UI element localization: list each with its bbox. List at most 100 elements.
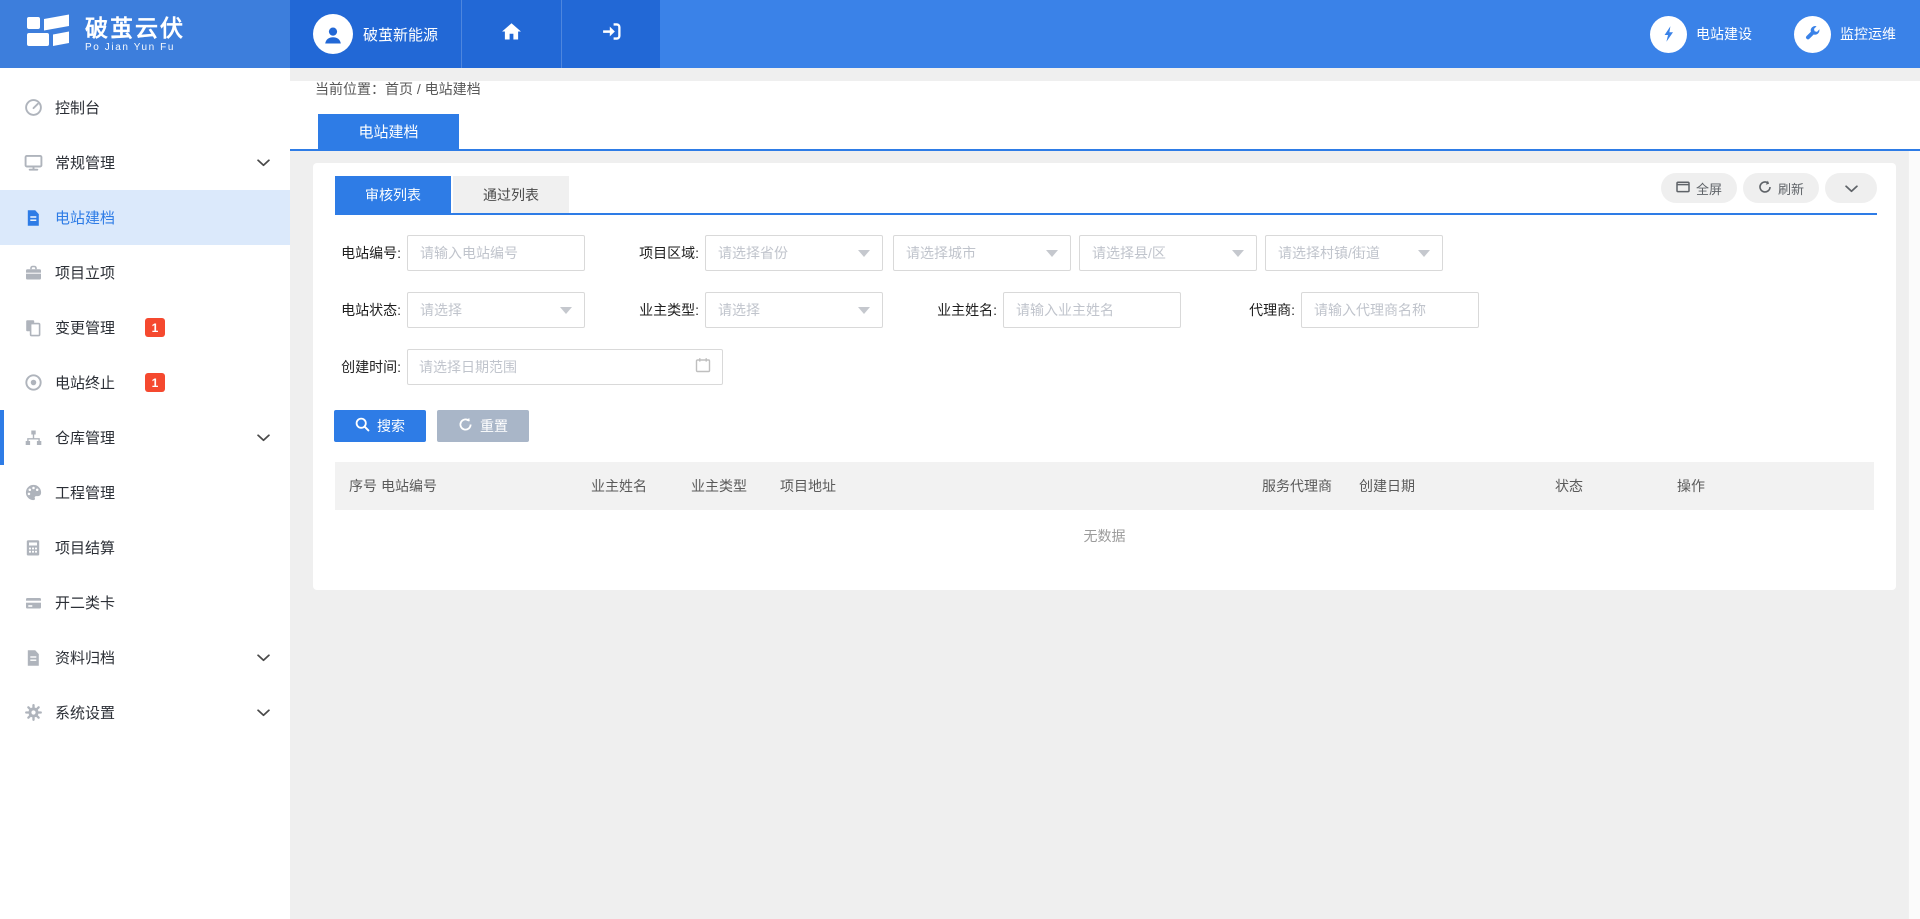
owner-type-select[interactable]: 请选择 [705,292,883,328]
region-label: 项目区域: [585,243,705,263]
col-station-no: 电站编号 [381,476,591,496]
sidebar-item-station-filing[interactable]: 电站建档 [0,190,290,245]
nav-station-build-label: 电站建设 [1696,24,1752,44]
sidebar-item-warehouse-mgmt[interactable]: 仓库管理 [0,410,290,465]
sidebar-item-console[interactable]: 控制台 [0,80,290,135]
page-tab-station-filing[interactable]: 电站建档 [318,114,459,149]
breadcrumb-prefix: 当前位置： [315,81,385,97]
station-no-input[interactable] [407,235,585,271]
tab-review-list[interactable]: 审核列表 [335,176,451,213]
fullscreen-button[interactable]: 全屏 [1661,173,1737,203]
col-status: 状态 [1555,476,1677,496]
wrench-icon [1794,16,1831,53]
refresh-button[interactable]: 刷新 [1743,173,1819,203]
brand-logo: 破茧云伏 Po Jian Yun Fu [0,0,290,68]
topbar: 破茧云伏 Po Jian Yun Fu 破茧新能源 [0,0,1920,68]
monitor-icon [21,153,45,172]
logout-button[interactable] [562,0,660,68]
caret-down-icon [560,307,572,314]
col-owner-name: 业主姓名 [591,476,691,496]
list-tabs: 审核列表 通过列表 [335,176,569,213]
town-select[interactable]: 请选择村镇/街道 [1265,235,1443,271]
date-range-picker[interactable] [407,349,723,385]
fullscreen-icon [1676,180,1690,197]
province-select[interactable]: 请选择省份 [705,235,883,271]
document-icon [21,209,45,227]
sidebar: 控制台 常规管理 电站建档 [0,68,290,919]
create-time-label: 创建时间: [335,357,407,377]
sidebar-item-system-settings[interactable]: 系统设置 [0,685,290,740]
lightning-icon [1650,16,1687,53]
nav-monitor-ops[interactable]: 监控运维 [1794,16,1896,53]
sidebar-item-change-mgmt[interactable]: 变更管理 1 [0,300,290,355]
refresh-icon [1758,180,1772,197]
home-button[interactable] [461,0,562,68]
sidebar-accent-bar [0,410,4,465]
table-header-row: 序号 电站编号 业主姓名 业主类型 项目地址 服务代理商 创建日期 状态 操作 [335,462,1874,510]
search-button[interactable]: 搜索 [334,410,426,442]
record-icon [21,373,45,392]
card-icon [21,594,45,612]
caret-down-icon [858,307,870,314]
station-termination-badge: 1 [145,373,165,392]
change-mgmt-badge: 1 [145,318,165,337]
nav-station-build[interactable]: 电站建设 [1650,16,1752,53]
sidebar-item-data-archive[interactable]: 资料归档 [0,630,290,685]
caret-down-icon [1232,250,1244,257]
sidebar-item-open-type2-card[interactable]: 开二类卡 [0,575,290,630]
brand-logo-icon [24,14,72,55]
sidebar-item-engineering-mgmt[interactable]: 工程管理 [0,465,290,520]
palette-icon [21,483,45,502]
col-owner-type: 业主类型 [691,476,780,496]
main-area: 当前位置：首页 / 电站建档 电站建档 审核列表 通过列表 [290,68,1920,919]
col-service-agent: 服务代理商 [1262,476,1359,496]
caret-down-icon [1418,250,1430,257]
chevron-down-icon [257,654,270,662]
filter-form: 电站编号: 项目区域: 请选择省份 请选择城市 请选择县/区 请选择村镇/街道 [313,215,1896,385]
station-status-label: 电站状态: [335,300,407,320]
owner-name-input[interactable] [1003,292,1181,328]
avatar [313,14,353,54]
empty-state: 无数据 [313,510,1896,590]
home-icon [501,22,522,46]
collapse-button[interactable] [1825,173,1877,203]
reset-icon [458,417,473,435]
sidebar-item-project-settlement[interactable]: 项目结算 [0,520,290,575]
user-name: 破茧新能源 [363,24,438,45]
page-header: 当前位置：首页 / 电站建档 电站建档 [290,81,1920,151]
vertical-scrollbar[interactable] [1908,151,1920,919]
col-seq: 序号 [335,476,381,496]
county-select[interactable]: 请选择县/区 [1079,235,1257,271]
agent-input[interactable] [1301,292,1479,328]
owner-name-label: 业主姓名: [883,300,1003,320]
chevron-down-icon [257,434,270,442]
chevron-down-icon [1845,181,1858,196]
breadcrumb: 当前位置：首页 / 电站建档 [315,81,1920,98]
breadcrumb-path[interactable]: 首页 / 电站建档 [385,81,481,97]
copy-icon [21,319,45,337]
nav-monitor-ops-label: 监控运维 [1840,24,1896,44]
calendar-icon [695,357,711,378]
agent-label: 代理商: [1181,300,1301,320]
sidebar-item-general-mgmt[interactable]: 常规管理 [0,135,290,190]
brand-title: 破茧云伏 [85,16,185,41]
caret-down-icon [1046,250,1058,257]
station-status-select[interactable]: 请选择 [407,292,585,328]
logout-icon [601,22,622,46]
date-range-input[interactable] [419,359,695,375]
tab-passed-list[interactable]: 通过列表 [453,176,569,213]
city-select[interactable]: 请选择城市 [893,235,1071,271]
brand-subtitle: Po Jian Yun Fu [85,42,185,53]
user-menu[interactable]: 破茧新能源 [290,0,461,68]
sidebar-item-station-termination[interactable]: 电站终止 1 [0,355,290,410]
col-project-address: 项目地址 [780,476,1262,496]
col-actions: 操作 [1677,476,1874,496]
chevron-down-icon [257,159,270,167]
archive-icon [21,649,45,667]
sitemap-icon [21,429,45,447]
reset-button[interactable]: 重置 [437,410,529,442]
sidebar-item-project-initiation[interactable]: 项目立项 [0,245,290,300]
chevron-down-icon [257,709,270,717]
station-no-label: 电站编号: [335,243,407,263]
briefcase-icon [21,264,45,282]
